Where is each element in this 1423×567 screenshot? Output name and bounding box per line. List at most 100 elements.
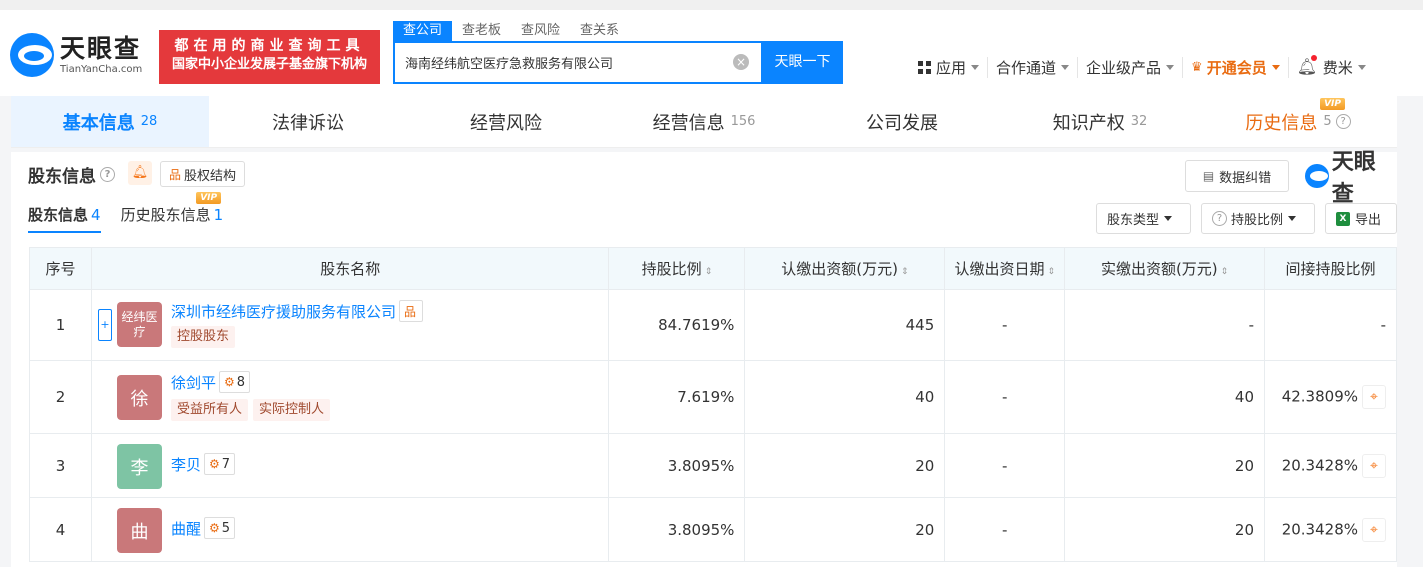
filter-label: 持股比例	[1231, 213, 1284, 228]
related-count: 8	[236, 374, 246, 390]
holder-link[interactable]: 深圳市经纬医疗援助服务有限公司 品	[171, 300, 423, 322]
col-date[interactable]: 认缴出资日期 ⇕	[944, 247, 1066, 290]
avatar: 经纬医疗	[116, 302, 162, 347]
tab-business-info[interactable]: 经营信息 156	[605, 96, 803, 147]
tab-count: 5	[1323, 114, 1332, 129]
equity-structure-button[interactable]: 品 股权结构	[160, 161, 246, 187]
ratio-value: 84.7619%	[608, 289, 746, 361]
help-icon[interactable]: ?	[1335, 114, 1351, 129]
related-companies-button[interactable]: ⚙ 5	[203, 517, 236, 539]
network-icon: ⚙	[208, 457, 220, 471]
notification-dot	[1310, 55, 1317, 61]
sort-icon[interactable]: ⇕	[705, 268, 713, 277]
nav-apps[interactable]: 应用	[910, 56, 989, 78]
tab-history-shareholders[interactable]: VIP 历史股东信息 1	[121, 192, 224, 233]
holder-link[interactable]: 曲醒 ⚙ 5	[171, 517, 236, 539]
related-count: 5	[221, 520, 231, 536]
share-ratio-filter[interactable]: ? 持股比例	[1201, 203, 1315, 234]
avatar: 曲	[116, 508, 162, 553]
sub-tab-label: 股东信息	[28, 206, 89, 224]
brand-text: 天眼查	[1331, 150, 1376, 207]
holder-cell: 徐 徐剑平 ⚙ 8 受益所有人 实际控制人	[90, 360, 610, 434]
shareholder-type-filter[interactable]: 股东类型	[1096, 203, 1191, 234]
org-chart-icon: 品	[169, 167, 182, 182]
related-count: 7	[221, 456, 231, 472]
target-icon[interactable]: ⌖	[1362, 517, 1386, 542]
slogan-banner[interactable]: 都在用的商业查询工具 国家中小企业发展子基金旗下机构	[159, 30, 380, 84]
nav-vip[interactable]: ♛ 开通会员	[1183, 56, 1289, 78]
help-icon[interactable]: ?	[100, 167, 115, 182]
subscribe-bell-icon[interactable]: 🔔︎	[128, 161, 152, 185]
slogan-line2: 国家中小企业发展子基金旗下机构	[171, 57, 367, 72]
col-paid[interactable]: 实缴出资额(万元) ⇕	[1064, 247, 1265, 290]
sub-tab-count: 4	[91, 206, 101, 224]
tab-litigation[interactable]: 法律诉讼	[209, 96, 407, 147]
col-ratio[interactable]: 持股比例 ⇕	[608, 247, 746, 290]
holder-link[interactable]: 徐剑平 ⚙ 8	[171, 371, 251, 393]
search-tab-relation[interactable]: 查关系	[570, 21, 629, 41]
tab-basic-info[interactable]: 基本信息 28	[11, 96, 209, 147]
avatar: 李	[116, 444, 162, 489]
nav-enterprise-label: 企业级产品	[1086, 58, 1162, 77]
ratio-value: 3.8095%	[608, 497, 746, 562]
chevron-down-icon	[1166, 64, 1175, 70]
sort-icon[interactable]: ⇕	[1221, 268, 1229, 277]
tab-business-risk[interactable]: 经营风险	[407, 96, 605, 147]
paid-value: -	[1064, 289, 1265, 361]
tab-label: 公司发展	[866, 112, 938, 134]
indirect-value: 42.3809%	[1281, 387, 1358, 406]
table-row: 1 + 经纬医疗 深圳市经纬医疗援助服务有限公司 品 控股股东 84.7619%…	[29, 289, 1397, 361]
date-value: -	[944, 497, 1066, 562]
related-companies-button[interactable]: ⚙ 7	[203, 453, 236, 475]
holder-cell: 曲 曲醒 ⚙ 5	[90, 497, 610, 562]
brand-watermark: 天眼查	[1305, 150, 1397, 207]
col-indirect: 间接持股比例	[1264, 247, 1397, 290]
data-correction-button[interactable]: ▤ 数据纠错	[1185, 160, 1289, 192]
main-tabs: 基本信息 28 法律诉讼 经营风险 经营信息 156 公司发展 知识产权 32 …	[11, 96, 1397, 148]
sort-icon[interactable]: ⇕	[901, 268, 909, 277]
date-value: -	[944, 289, 1066, 361]
nav-enterprise[interactable]: 企业级产品	[1078, 56, 1184, 78]
site-logo[interactable]: 天眼查 TianYanCha.com	[10, 30, 142, 80]
export-label: 导出	[1355, 213, 1382, 228]
vip-badge: VIP	[1320, 98, 1345, 110]
tab-history[interactable]: VIP 历史信息 5 ?	[1199, 96, 1397, 147]
holder-cell: + 经纬医疗 深圳市经纬医疗援助服务有限公司 品 控股股东	[90, 289, 610, 361]
top-nav: 应用 合作通道 企业级产品 ♛ 开通会员 🔔︎ 费米	[910, 54, 1366, 80]
sub-tab-count: 1	[213, 206, 224, 224]
chevron-down-icon	[971, 64, 980, 70]
holder-link[interactable]: 李贝 ⚙ 7	[171, 453, 236, 475]
clear-icon[interactable]: ×	[733, 54, 749, 70]
table-header-row: 序号 股东名称 持股比例 ⇕ 认缴出资额(万元) ⇕ 认缴出资日期 ⇕ 实缴出资额(万…	[29, 247, 1397, 290]
search-tab-company[interactable]: 查公司	[393, 21, 453, 41]
table-row: 2 徐 徐剑平 ⚙ 8 受益所有人 实际控制人 7.619% 40 - 40 4…	[29, 360, 1397, 434]
indirect-value: -	[1264, 289, 1397, 361]
equity-graph-button[interactable]: 品	[398, 300, 423, 322]
tab-current-shareholders[interactable]: 股东信息 4	[28, 204, 101, 233]
user-menu[interactable]: 费米	[1323, 57, 1366, 78]
target-icon[interactable]: ⌖	[1362, 453, 1386, 478]
avatar: 徐	[116, 375, 162, 420]
tab-ip[interactable]: 知识产权 32	[1001, 96, 1199, 147]
col-subscribed[interactable]: 认缴出资额(万元) ⇕	[744, 247, 946, 290]
col-index: 序号	[29, 247, 92, 290]
export-button[interactable]: X 导出	[1325, 203, 1397, 234]
search-tab-risk[interactable]: 查风险	[511, 21, 570, 41]
col-paid-label: 实缴出资额(万元)	[1100, 260, 1218, 278]
search-tab-boss[interactable]: 查老板	[452, 21, 511, 41]
network-icon: ⚙	[223, 375, 235, 389]
tab-label: 知识产权	[1052, 112, 1125, 134]
indirect-cell: 20.3428% ⌖	[1264, 433, 1397, 498]
notification-button[interactable]: 🔔︎	[1297, 55, 1317, 77]
related-companies-button[interactable]: ⚙ 8	[218, 371, 251, 393]
sort-icon[interactable]: ⇕	[1047, 268, 1055, 277]
holder-name: 深圳市经纬医疗援助服务有限公司	[170, 302, 396, 321]
logo-domain: TianYanCha.com	[60, 64, 143, 75]
tab-development[interactable]: 公司发展	[803, 96, 1001, 147]
indirect-cell: 42.3809% ⌖	[1264, 360, 1397, 434]
search-button[interactable]: 天眼一下	[762, 41, 843, 84]
expand-button[interactable]: +	[97, 309, 112, 341]
search-input[interactable]: 海南经纬航空医疗急救服务有限公司 ×	[393, 41, 763, 84]
target-icon[interactable]: ⌖	[1362, 385, 1386, 409]
nav-channels[interactable]: 合作通道	[988, 56, 1079, 78]
